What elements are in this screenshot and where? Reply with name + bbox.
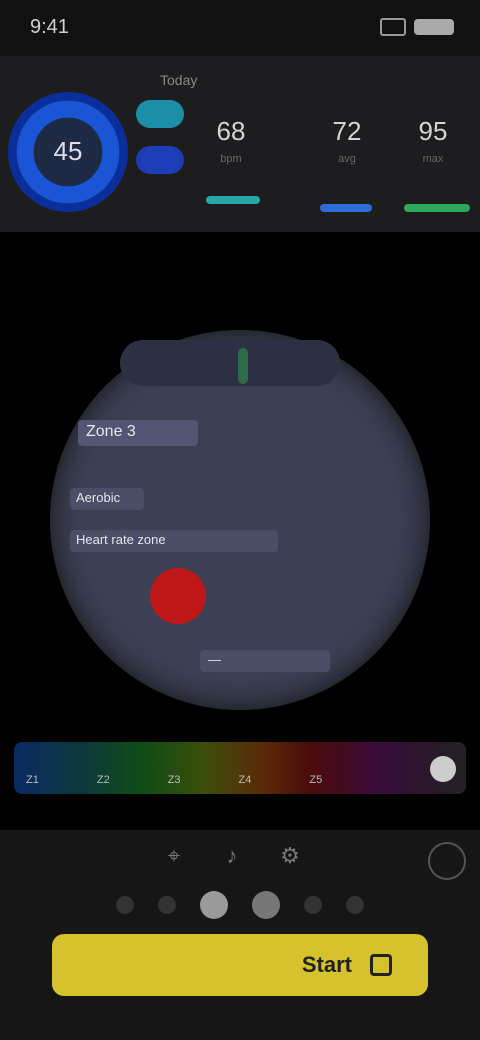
heart-pill-icon — [136, 100, 184, 128]
activity-dial-value: 45 — [53, 136, 83, 166]
zone-spectrum — [14, 742, 466, 794]
page-indicator — [0, 891, 480, 919]
metric-3: 95 max — [398, 116, 468, 165]
stop-icon — [370, 954, 392, 976]
music-icon[interactable]: ♪ — [218, 842, 246, 870]
lock-button[interactable] — [428, 842, 466, 880]
status-icons — [380, 18, 454, 36]
settings-icon[interactable]: ⚙ — [276, 842, 304, 870]
spectrum-label-3: Z3 — [167, 774, 181, 786]
spectrum-label-2: Z2 — [96, 774, 110, 786]
start-label: Start — [301, 952, 352, 977]
dial-line-1-text: Zone 3 — [86, 423, 136, 440]
spectrum-end-icon[interactable] — [430, 756, 456, 782]
metric-2: 72 avg — [312, 116, 382, 165]
metric-3-label: max — [422, 153, 444, 165]
mini-icons — [136, 100, 184, 192]
steps-pill-icon — [136, 146, 184, 174]
metric-2-value: 72 — [332, 116, 362, 146]
page-dot-active[interactable] — [200, 891, 228, 919]
header-caption: Today — [160, 72, 198, 88]
page-dot-active-2[interactable] — [252, 891, 280, 919]
toolbar: ⌖ ♪ ⚙ — [160, 842, 304, 870]
spectrum-label-5: Z5 — [309, 774, 323, 786]
location-icon[interactable]: ⌖ — [160, 842, 188, 870]
metric-1-value: 68 — [216, 116, 246, 146]
spectrum-labels: Z1 Z2 Z3 Z4 Z5 — [26, 774, 322, 786]
dial-line-2-text: Aerobic — [76, 490, 121, 505]
page-dot[interactable] — [346, 896, 364, 914]
metric-3-value: 95 — [418, 116, 448, 146]
target-tick — [238, 348, 248, 384]
spectrum-label-4: Z4 — [238, 774, 252, 786]
metric-1-label: bpm — [220, 153, 242, 165]
status-time: 9:41 — [30, 16, 69, 38]
spectrum-label-1: Z1 — [26, 774, 39, 786]
metric-1: 68 bpm — [196, 116, 266, 165]
dial-line-1: Zone 3 — [78, 420, 198, 446]
signal-icon — [380, 18, 406, 36]
battery-icon — [414, 19, 454, 35]
metric-2-label: avg — [338, 153, 356, 165]
page-dot[interactable] — [304, 896, 322, 914]
page-dot[interactable] — [116, 896, 134, 914]
current-zone-marker — [150, 568, 206, 624]
dial-line-4: — — [200, 650, 330, 672]
page-dot[interactable] — [158, 896, 176, 914]
start-button[interactable]: Start — [52, 934, 428, 996]
metric-1-bar — [206, 196, 260, 204]
dial-line-3-text: Heart rate zone — [76, 532, 166, 547]
dial-line-3: Heart rate zone — [70, 530, 278, 552]
dial-line-2: Aerobic — [70, 488, 144, 510]
dial-line-4-text: — — [208, 652, 221, 667]
metric-2-bar — [320, 204, 372, 212]
metric-3-bar — [404, 204, 470, 212]
zone-dial-top-band — [120, 340, 340, 386]
